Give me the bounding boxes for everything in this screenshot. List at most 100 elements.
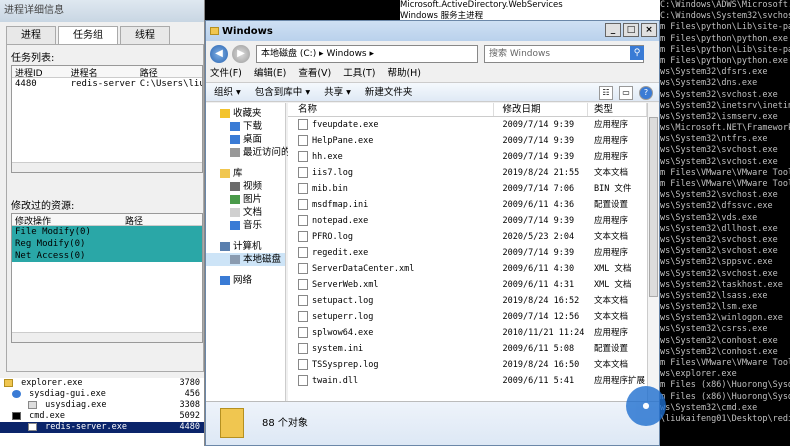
list-item[interactable]: File Modify(0)	[12, 226, 202, 238]
file-date: 2009/7/14 9:39	[502, 136, 575, 146]
navigation-pane[interactable]: 收藏夹 下载 桌面 最近访问的库视频 图片 文档 音乐计算机 本地磁盘网络	[206, 103, 291, 401]
table-row[interactable]: fveupdate.exe 2009/7/14 9:39 应用程序	[288, 117, 647, 133]
tab-threads[interactable]: 线程	[120, 26, 170, 44]
explorer-titlebar[interactable]: Windows _ □ ×	[206, 21, 659, 41]
column-name[interactable]: 进程名	[68, 66, 137, 77]
file-name: fveupdate.exe	[312, 120, 379, 130]
file-icon	[298, 199, 308, 210]
menu-view[interactable]: 查看(V)	[298, 66, 331, 82]
table-row[interactable]: PFRO.log 2020/5/23 2:04 文本文档	[288, 229, 647, 245]
nav-item-10[interactable]: 本地磁盘	[206, 253, 285, 266]
preview-pane-icon[interactable]: ▭	[619, 86, 633, 100]
address-input[interactable]: 本地磁盘 (C:) ▸ Windows ▸	[256, 45, 478, 63]
list-item[interactable]: Reg Modify(0)	[12, 238, 202, 250]
table-row[interactable]: splwow64.exe 2010/11/21 11:24 应用程序	[288, 325, 647, 341]
column-name[interactable]: 名称	[288, 103, 495, 116]
column-operation[interactable]: 修改操作	[12, 214, 122, 225]
file-name: ServerDataCenter.xml	[312, 264, 415, 274]
menu-file[interactable]: 文件(F)	[210, 66, 242, 82]
tree-item-cmd[interactable]: cmd.exe 5092	[0, 411, 204, 422]
close-button[interactable]: ×	[641, 23, 657, 37]
view-options-icon[interactable]: ☷	[599, 86, 613, 100]
pictures-icon	[230, 195, 240, 204]
file-type: XML 文档	[593, 264, 632, 274]
vertical-scrollbar[interactable]	[647, 103, 659, 401]
nav-item-1[interactable]: 下载	[206, 120, 285, 133]
task-list[interactable]: 进程ID 进程名 路径 4480 redis-server... C:\User…	[11, 65, 203, 173]
console-line: ws\System32\svchost.exe	[660, 234, 778, 245]
nav-item-11[interactable]: 网络	[206, 274, 285, 287]
forward-button[interactable]: ▶	[232, 45, 250, 63]
nav-item-5[interactable]: 视频	[206, 180, 285, 193]
table-row[interactable]: notepad.exe 2009/7/14 9:39 应用程序	[288, 213, 647, 229]
process-tabs: 进程 任务组 线程	[6, 26, 204, 44]
file-date: 2009/7/14 7:06	[502, 184, 575, 194]
scrollbar-thumb[interactable]	[649, 117, 658, 297]
organize-button[interactable]: 组织 ▾	[214, 83, 241, 101]
file-icon	[298, 359, 308, 370]
search-icon[interactable]: ⚲	[630, 46, 644, 60]
column-path[interactable]: 路径	[137, 66, 202, 77]
file-list[interactable]: 名称 修改日期 类型 fveupdate.exe 2009/7/14 9:39 应用…	[288, 103, 647, 401]
table-row[interactable]: msdfmap.ini 2009/6/11 4:36 配置设置	[288, 197, 647, 213]
share-button[interactable]: 共享 ▾	[324, 83, 351, 101]
file-date: 2019/8/24 16:52	[502, 296, 580, 306]
column-type[interactable]: 类型	[588, 103, 647, 116]
column-date-modified[interactable]: 修改日期	[494, 103, 588, 116]
resources-header: 修改操作 路径	[12, 214, 202, 226]
table-row[interactable]: 4480 redis-server... C:\Users\liuka	[12, 78, 202, 90]
maximize-button[interactable]: □	[623, 23, 639, 37]
process-tree[interactable]: explorer.exe 3780 sysdiag-gui.exe 456 us…	[0, 378, 205, 446]
resources-scrollbar[interactable]	[12, 332, 202, 342]
resources-list[interactable]: 修改操作 路径 File Modify(0) Reg Modify(0) Net…	[11, 213, 203, 343]
table-row[interactable]: twain.dll 2009/6/11 5:41 应用程序扩展	[288, 373, 647, 389]
explorer-window: Windows _ □ × ◀ ▶ 本地磁盘 (C:) ▸ Windows ▸ …	[205, 20, 660, 446]
table-row[interactable]: regedit.exe 2009/7/14 9:39 应用程序	[288, 245, 647, 261]
nav-item-4[interactable]: 库	[206, 167, 285, 180]
table-row[interactable]: TSSysprep.log 2019/8/24 16:50 文本文档	[288, 357, 647, 373]
column-pid[interactable]: 进程ID	[12, 66, 68, 77]
new-folder-button[interactable]: 新建文件夹	[365, 83, 413, 101]
menu-help[interactable]: 帮助(H)	[387, 66, 421, 82]
help-icon[interactable]: ?	[639, 86, 653, 100]
search-input[interactable]: 搜索 Windows	[484, 45, 644, 63]
nav-item-3[interactable]: 最近访问的	[206, 146, 291, 159]
nav-item-9[interactable]: 计算机	[206, 240, 285, 253]
include-in-library-button[interactable]: 包含到库中 ▾	[255, 83, 310, 101]
file-name: PFRO.log	[312, 232, 353, 242]
nav-item-6[interactable]: 图片	[206, 193, 285, 206]
file-name-cell: fveupdate.exe	[288, 117, 494, 133]
tree-item-explorer[interactable]: explorer.exe 3780	[0, 378, 204, 389]
file-icon	[298, 343, 308, 354]
nav-item-8[interactable]: 音乐	[206, 219, 285, 232]
nav-item-2[interactable]: 桌面	[206, 133, 285, 146]
column-resource-path[interactable]: 路径	[122, 214, 202, 225]
tree-item-label: redis-server.exe	[45, 422, 128, 432]
file-date: 2009/6/11 4:36	[502, 200, 575, 210]
list-item[interactable]: Net Access(0)	[12, 250, 202, 262]
table-row[interactable]: iis7.log 2019/8/24 21:55 文本文档	[288, 165, 647, 181]
tree-item-redis-server[interactable]: redis-server.exe 4480	[0, 422, 204, 433]
table-row[interactable]: system.ini 2009/6/11 5:08 配置设置	[288, 341, 647, 357]
nav-item-7[interactable]: 文档	[206, 206, 285, 219]
file-date: 2009/7/14 12:56	[502, 312, 580, 322]
menu-tools[interactable]: 工具(T)	[343, 66, 375, 82]
nav-item-label: 收藏夹	[233, 108, 262, 119]
table-row[interactable]: ServerWeb.xml 2009/6/11 4:31 XML 文档	[288, 277, 647, 293]
table-row[interactable]: hh.exe 2009/7/14 9:39 应用程序	[288, 149, 647, 165]
table-row[interactable]: ServerDataCenter.xml 2009/6/11 4:30 XML 文档	[288, 261, 647, 277]
minimize-button[interactable]: _	[605, 23, 621, 37]
table-row[interactable]: setuperr.log 2009/7/14 12:56 文本文档	[288, 309, 647, 325]
tab-task-group[interactable]: 任务组	[58, 26, 118, 44]
file-name: iis7.log	[312, 168, 353, 178]
table-row[interactable]: HelpPane.exe 2009/7/14 9:39 应用程序	[288, 133, 647, 149]
tab-process[interactable]: 进程	[6, 26, 56, 44]
tree-item-sysdiag-gui[interactable]: sysdiag-gui.exe 456	[0, 389, 204, 400]
table-row[interactable]: mib.bin 2009/7/14 7:06 BIN 文件	[288, 181, 647, 197]
back-button[interactable]: ◀	[210, 45, 228, 63]
task-list-scrollbar[interactable]	[12, 162, 202, 172]
table-row[interactable]: setupact.log 2019/8/24 16:52 文本文档	[288, 293, 647, 309]
menu-edit[interactable]: 编辑(E)	[254, 66, 286, 82]
tree-item-usysdiag[interactable]: usysdiag.exe 3308	[0, 400, 204, 411]
nav-item-0[interactable]: 收藏夹	[206, 107, 285, 120]
